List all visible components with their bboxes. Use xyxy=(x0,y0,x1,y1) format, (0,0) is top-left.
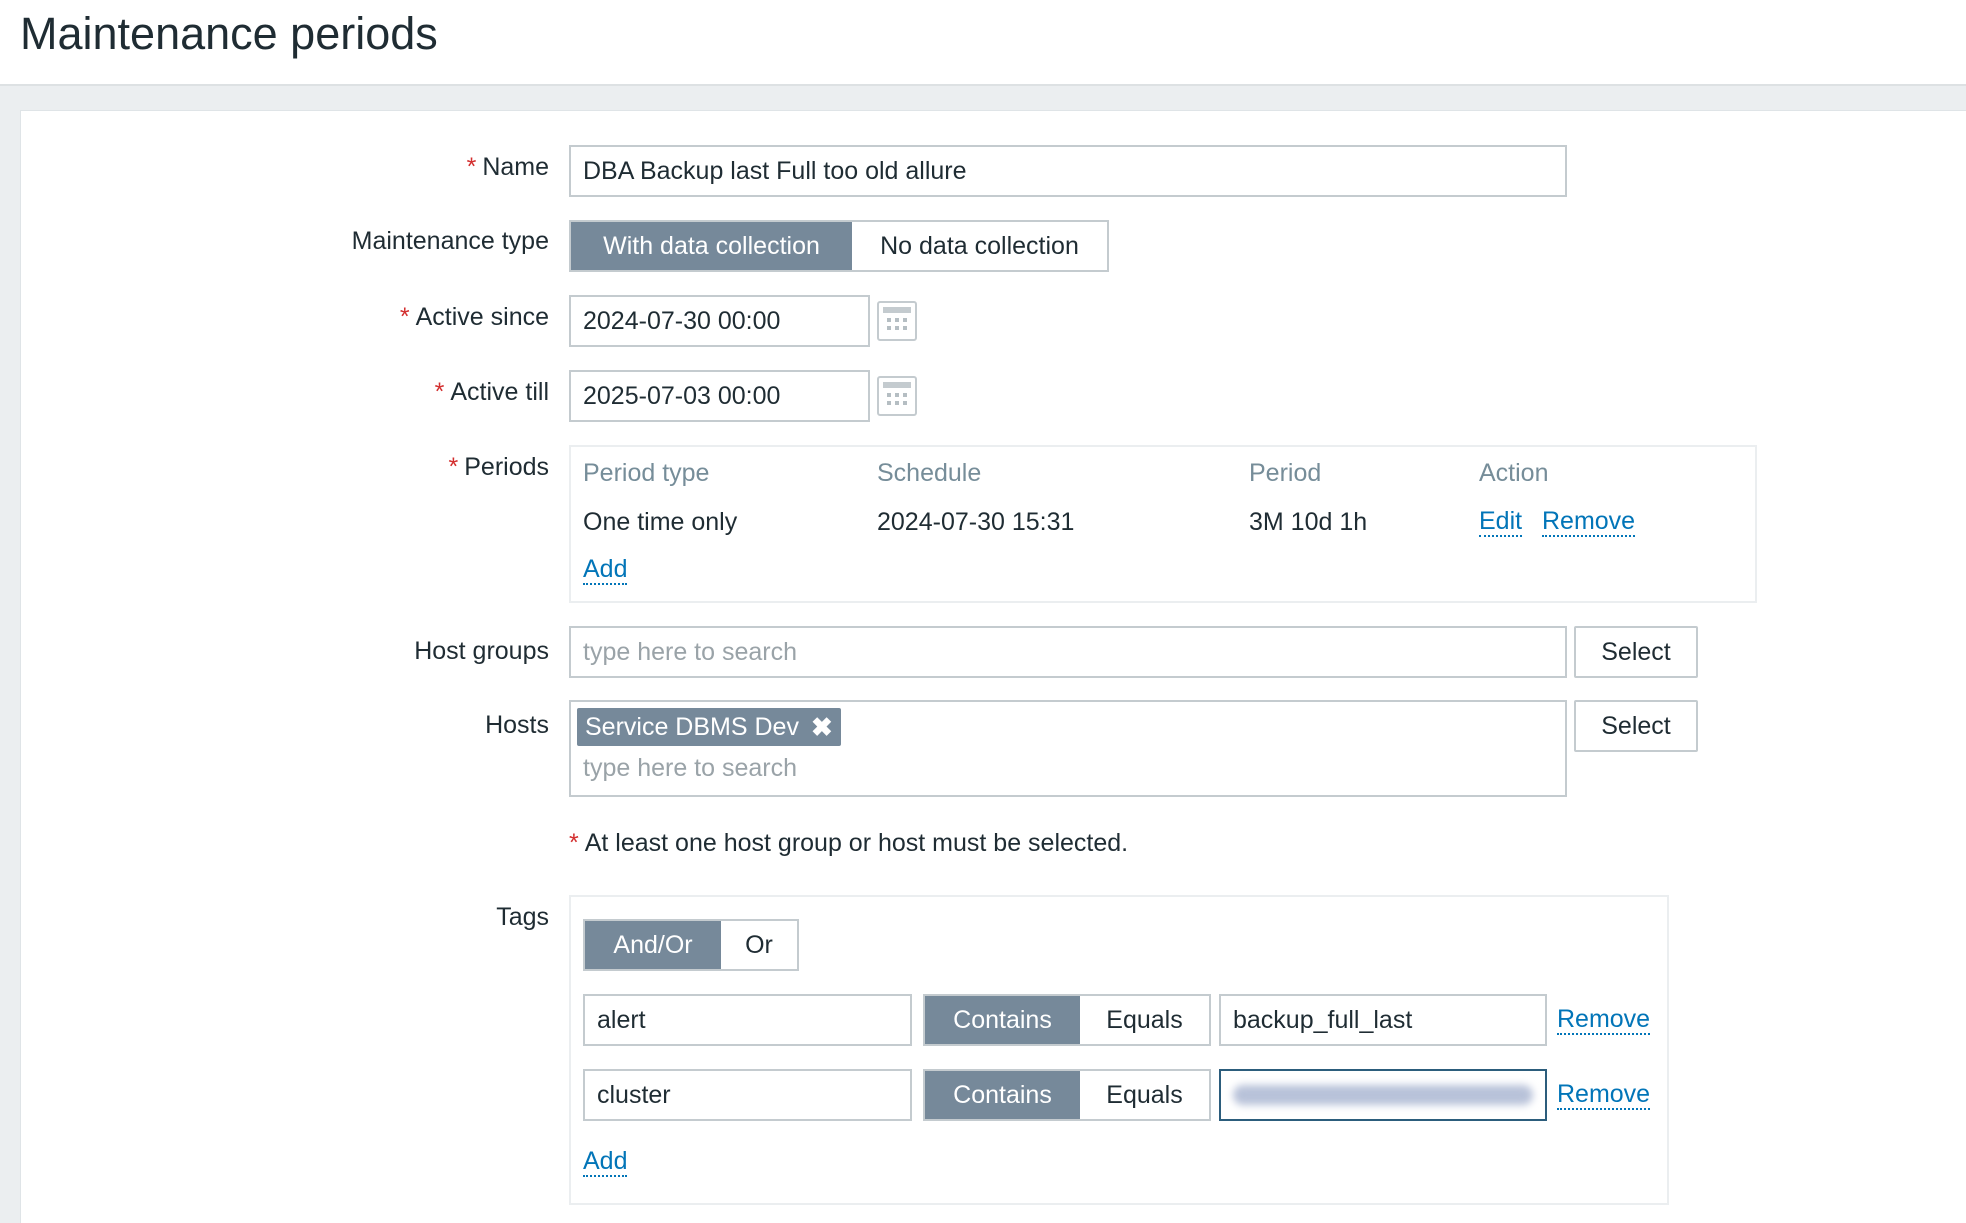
with-data-collection-option[interactable]: With data collection xyxy=(571,222,852,270)
or-option[interactable]: Or xyxy=(721,921,797,969)
tag-value-input[interactable]: backup_full_last xyxy=(1219,994,1547,1046)
required-marker: * xyxy=(434,378,445,406)
required-marker: * xyxy=(448,453,459,481)
host-chip-label: Service DBMS Dev xyxy=(585,713,799,741)
active-since-input[interactable]: 2024-07-30 00:00 xyxy=(569,295,870,347)
contains-option[interactable]: Contains xyxy=(925,1071,1080,1119)
page-title: Maintenance periods xyxy=(20,8,438,59)
periods-label-text: Periods xyxy=(464,453,549,481)
host-groups-search-input[interactable]: type here to search xyxy=(569,626,1567,678)
remove-period-link[interactable]: Remove xyxy=(1542,507,1636,537)
column-header-period: Period xyxy=(1249,459,1322,487)
maintenance-type-label: Maintenance type xyxy=(351,227,549,255)
active-since-label: * Active since xyxy=(400,303,549,332)
redacted-value xyxy=(1233,1085,1533,1105)
tag-operator-toggle: Contains Equals xyxy=(923,994,1211,1046)
selection-hint-text: At least one host group or host must be … xyxy=(584,829,1129,857)
and-or-option[interactable]: And/Or xyxy=(585,921,721,969)
tags-evaluation-toggle: And/Or Or xyxy=(583,919,799,971)
period-cell: 3M 10d 1h xyxy=(1249,508,1368,536)
required-marker: * xyxy=(466,153,477,181)
calendar-icon[interactable] xyxy=(877,301,917,341)
tag-name-input[interactable]: cluster xyxy=(583,1069,912,1121)
name-label: * Name xyxy=(467,153,549,182)
period-type-cell: One time only xyxy=(583,508,738,536)
page-header: Maintenance periods xyxy=(0,0,1966,86)
schedule-cell: 2024-07-30 15:31 xyxy=(877,508,1075,536)
contains-option[interactable]: Contains xyxy=(925,996,1080,1044)
active-till-label: * Active till xyxy=(435,378,549,407)
active-since-label-text: Active since xyxy=(415,303,549,331)
hosts-search-input[interactable]: type here to search xyxy=(583,754,797,783)
equals-option[interactable]: Equals xyxy=(1080,1071,1209,1119)
add-period-link[interactable]: Add xyxy=(583,555,628,585)
tag-name-input[interactable]: alert xyxy=(583,994,912,1046)
periods-table: Period type Schedule Period Action One t… xyxy=(569,445,1757,603)
tag-operator-toggle: Contains Equals xyxy=(923,1069,1211,1121)
calendar-icon[interactable] xyxy=(877,376,917,416)
name-input[interactable]: DBA Backup last Full too old allure xyxy=(569,145,1567,197)
tag-value-input-redacted[interactable] xyxy=(1219,1069,1547,1121)
tags-label: Tags xyxy=(496,903,549,931)
column-header-action: Action xyxy=(1479,459,1549,487)
required-marker: * xyxy=(399,303,410,331)
remove-tag-link[interactable]: Remove xyxy=(1557,1080,1651,1110)
no-data-collection-option[interactable]: No data collection xyxy=(852,222,1107,270)
required-marker: * xyxy=(569,829,579,857)
selection-hint: * At least one host group or host must be… xyxy=(569,829,1128,858)
active-till-input[interactable]: 2025-07-03 00:00 xyxy=(569,370,870,422)
hosts-label: Hosts xyxy=(485,711,549,739)
periods-label: * Periods xyxy=(449,453,550,482)
host-groups-select-button[interactable]: Select xyxy=(1574,626,1698,678)
column-header-schedule: Schedule xyxy=(877,459,982,487)
hosts-multiselect[interactable]: Service DBMS Dev ✖ type here to search xyxy=(569,700,1567,797)
tags-box: And/Or Or alert Contains Equals backup_f… xyxy=(569,895,1669,1205)
maintenance-type-toggle: With data collection No data collection xyxy=(569,220,1109,272)
column-header-period-type: Period type xyxy=(583,459,710,487)
equals-option[interactable]: Equals xyxy=(1080,996,1209,1044)
active-till-label-text: Active till xyxy=(450,378,549,406)
hosts-select-button[interactable]: Select xyxy=(1574,700,1698,752)
remove-tag-link[interactable]: Remove xyxy=(1557,1005,1651,1035)
host-chip: Service DBMS Dev ✖ xyxy=(577,708,841,746)
maintenance-form: * Name DBA Backup last Full too old allur… xyxy=(20,110,1966,1223)
add-tag-link[interactable]: Add xyxy=(583,1147,628,1177)
edit-period-link[interactable]: Edit xyxy=(1479,507,1523,537)
remove-chip-icon[interactable]: ✖ xyxy=(811,708,833,746)
host-groups-label: Host groups xyxy=(414,637,549,665)
name-label-text: Name xyxy=(482,153,549,181)
